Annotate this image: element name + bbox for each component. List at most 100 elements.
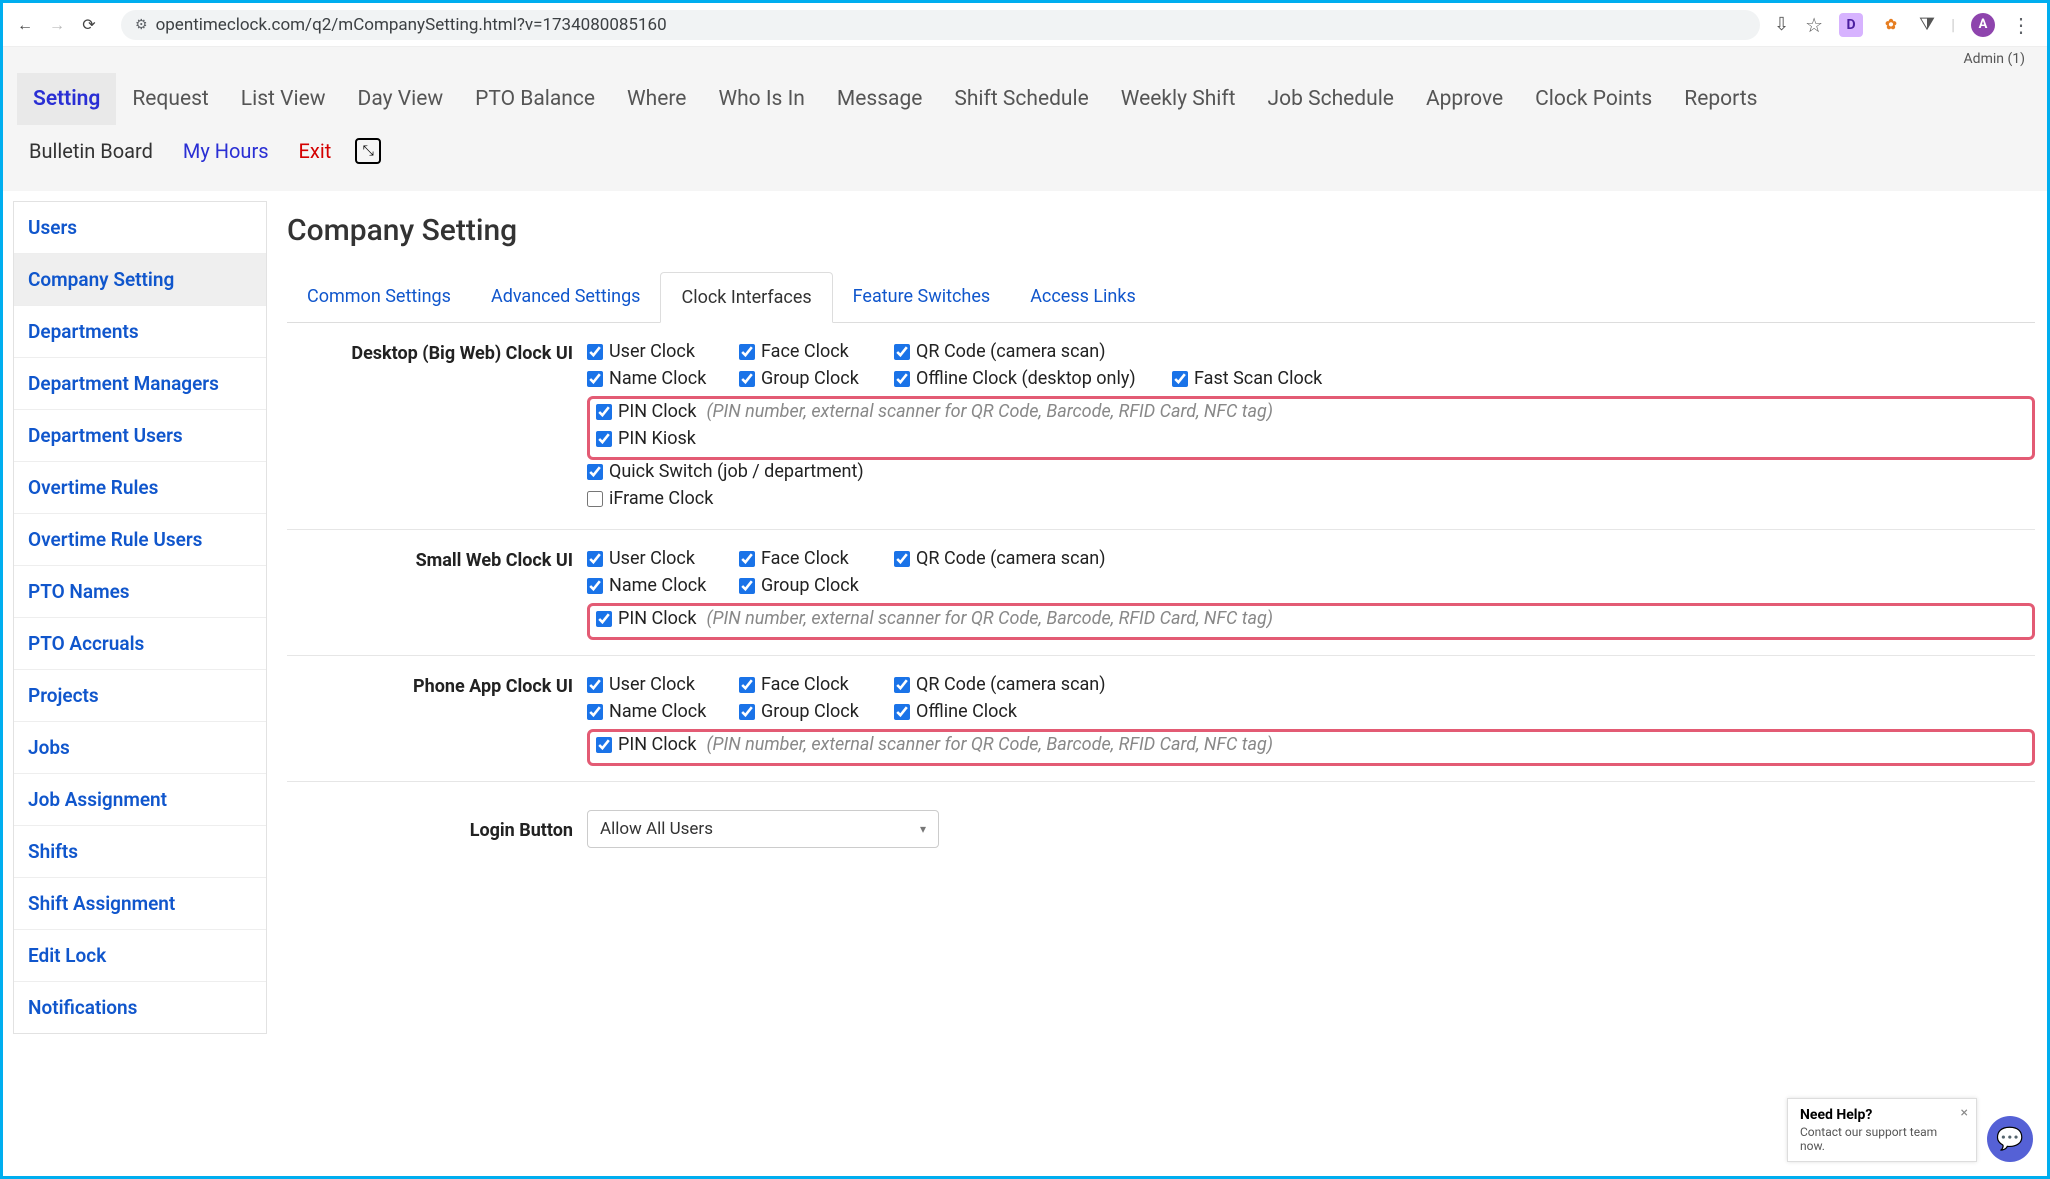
nav-reports[interactable]: Reports (1668, 73, 1773, 125)
sidebar-item-pto-names[interactable]: PTO Names (14, 565, 266, 617)
help-popup: × Need Help? Contact our support team no… (1787, 1098, 1977, 1162)
chk-desktop-offline-clock[interactable]: Offline Clock (desktop only) (894, 368, 1172, 389)
nav-day-view[interactable]: Day View (342, 73, 460, 125)
chk-desktop-name-clock[interactable]: Name Clock (587, 368, 739, 389)
chk-phone-name-clock[interactable]: Name Clock (587, 701, 739, 722)
forward-button[interactable]: → (45, 13, 69, 37)
sidebar-item-pto-accruals[interactable]: PTO Accruals (14, 617, 266, 669)
section-phone-label: Phone App Clock UI (287, 674, 587, 767)
tab-clock-interfaces[interactable]: Clock Interfaces (660, 272, 832, 323)
nav-approve[interactable]: Approve (1410, 73, 1519, 125)
chk-small-qr-code[interactable]: QR Code (camera scan) (894, 548, 1172, 569)
chk-desktop-face-clock[interactable]: Face Clock (739, 341, 894, 362)
nav-job-schedule[interactable]: Job Schedule (1252, 73, 1410, 125)
sidebar-item-overtime-rules[interactable]: Overtime Rules (14, 461, 266, 513)
close-icon[interactable]: × (1961, 1105, 1968, 1121)
sidebar-item-departments[interactable]: Departments (14, 305, 266, 357)
fullscreen-icon[interactable]: ⤡ (355, 138, 381, 164)
nav-my-hours[interactable]: My Hours (171, 131, 281, 171)
section-small-web: Small Web Clock UI User Clock Face Clock… (287, 530, 2035, 656)
extensions-icon[interactable]: ⧩ (1919, 14, 1935, 35)
hint-small-pin: (PIN number, external scanner for QR Cod… (706, 608, 1272, 629)
sidebar-item-users[interactable]: Users (14, 202, 266, 253)
chk-small-pin-clock[interactable]: PIN Clock(PIN number, external scanner f… (596, 608, 1273, 629)
sidebar-item-department-users[interactable]: Department Users (14, 409, 266, 461)
nav-weekly-shift[interactable]: Weekly Shift (1105, 73, 1252, 125)
chk-phone-offline-clock[interactable]: Offline Clock (894, 701, 1172, 722)
chk-desktop-quick-switch[interactable]: Quick Switch (job / department) (587, 461, 864, 482)
nav-list-view[interactable]: List View (225, 73, 342, 125)
nav-bulletin-board[interactable]: Bulletin Board (17, 131, 165, 171)
settings-sidebar: Users Company Setting Departments Depart… (13, 201, 267, 1034)
install-icon[interactable]: ⇩ (1774, 14, 1789, 35)
chk-desktop-pin-clock[interactable]: PIN Clock(PIN number, external scanner f… (596, 401, 1273, 422)
chk-small-user-clock[interactable]: User Clock (587, 548, 739, 569)
chk-small-group-clock[interactable]: Group Clock (739, 575, 894, 596)
tab-advanced-settings[interactable]: Advanced Settings (471, 272, 661, 322)
nav-shift-schedule[interactable]: Shift Schedule (938, 73, 1104, 125)
site-info-icon[interactable]: ⚙ (135, 17, 148, 33)
url-bar[interactable]: ⚙ opentimeclock.com/q2/mCompanySetting.h… (121, 10, 1760, 40)
login-button-selected: Allow All Users (600, 819, 713, 839)
tab-common-settings[interactable]: Common Settings (287, 272, 471, 322)
nav-request[interactable]: Request (116, 73, 224, 125)
sidebar-item-job-assignment[interactable]: Job Assignment (14, 773, 266, 825)
chk-desktop-iframe-clock[interactable]: iFrame Clock (587, 488, 713, 509)
sidebar-item-jobs[interactable]: Jobs (14, 721, 266, 773)
section-small-label: Small Web Clock UI (287, 548, 587, 641)
section-phone-app: Phone App Clock UI User Clock Face Clock… (287, 656, 2035, 782)
chk-phone-qr-code[interactable]: QR Code (camera scan) (894, 674, 1172, 695)
nav-pto-balance[interactable]: PTO Balance (459, 73, 611, 125)
help-sub: Contact our support team now. (1800, 1125, 1964, 1153)
login-button-select[interactable]: Allow All Users ▾ (587, 810, 939, 848)
admin-label[interactable]: Admin (1) (17, 47, 2033, 67)
reload-button[interactable]: ⟳ (77, 13, 101, 37)
sidebar-item-overtime-rule-users[interactable]: Overtime Rule Users (14, 513, 266, 565)
sidebar-item-shifts[interactable]: Shifts (14, 825, 266, 877)
chk-desktop-qr-code[interactable]: QR Code (camera scan) (894, 341, 1172, 362)
tab-access-links[interactable]: Access Links (1010, 272, 1156, 322)
chevron-down-icon: ▾ (920, 822, 926, 836)
section-login-label: Login Button (287, 810, 587, 848)
content-area: Company Setting Common Settings Advanced… (285, 201, 2037, 1034)
highlight-small-pin: PIN Clock(PIN number, external scanner f… (587, 603, 2035, 640)
chk-small-name-clock[interactable]: Name Clock (587, 575, 739, 596)
url-text: opentimeclock.com/q2/mCompanySetting.htm… (156, 15, 667, 35)
highlight-phone-pin: PIN Clock(PIN number, external scanner f… (587, 729, 2035, 766)
tab-feature-switches[interactable]: Feature Switches (833, 272, 1011, 322)
chk-desktop-user-clock[interactable]: User Clock (587, 341, 739, 362)
sidebar-item-department-managers[interactable]: Department Managers (14, 357, 266, 409)
nav-who-is-in[interactable]: Who Is In (702, 73, 820, 125)
nav-message[interactable]: Message (821, 73, 939, 125)
chk-desktop-pin-kiosk[interactable]: PIN Kiosk (596, 428, 696, 449)
sidebar-item-notifications[interactable]: Notifications (14, 981, 266, 1033)
nav-clock-points[interactable]: Clock Points (1519, 73, 1668, 125)
back-button[interactable]: ← (13, 13, 37, 37)
nav-setting[interactable]: Setting (17, 73, 116, 125)
profile-avatar[interactable]: A (1971, 13, 1995, 37)
browser-chrome: ← → ⟳ ⚙ opentimeclock.com/q2/mCompanySet… (3, 3, 2047, 47)
browser-menu-icon[interactable]: ⋮ (2011, 13, 2031, 37)
nav-where[interactable]: Where (611, 73, 702, 125)
sidebar-item-edit-lock[interactable]: Edit Lock (14, 929, 266, 981)
chk-phone-pin-clock[interactable]: PIN Clock(PIN number, external scanner f… (596, 734, 1273, 755)
chk-phone-group-clock[interactable]: Group Clock (739, 701, 894, 722)
sidebar-item-company-setting[interactable]: Company Setting (14, 253, 266, 305)
page-title: Company Setting (287, 213, 2035, 248)
chat-fab[interactable]: 💬 (1987, 1116, 2033, 1162)
chk-desktop-group-clock[interactable]: Group Clock (739, 368, 894, 389)
highlight-desktop-pin: PIN Clock(PIN number, external scanner f… (587, 396, 2035, 460)
chk-desktop-fast-scan[interactable]: Fast Scan Clock (1172, 368, 1352, 389)
extension-d-icon[interactable]: D (1839, 13, 1863, 37)
sidebar-item-shift-assignment[interactable]: Shift Assignment (14, 877, 266, 929)
nav-exit[interactable]: Exit (287, 131, 344, 171)
section-login-button: Login Button Allow All Users ▾ (287, 782, 2035, 862)
extension-flower-icon[interactable]: ✿ (1879, 13, 1903, 37)
sidebar-item-projects[interactable]: Projects (14, 669, 266, 721)
hint-phone-pin: (PIN number, external scanner for QR Cod… (706, 734, 1272, 755)
chk-phone-user-clock[interactable]: User Clock (587, 674, 739, 695)
section-desktop-label: Desktop (Big Web) Clock UI (287, 341, 587, 515)
chk-phone-face-clock[interactable]: Face Clock (739, 674, 894, 695)
chk-small-face-clock[interactable]: Face Clock (739, 548, 894, 569)
bookmark-icon[interactable]: ☆ (1805, 13, 1823, 37)
